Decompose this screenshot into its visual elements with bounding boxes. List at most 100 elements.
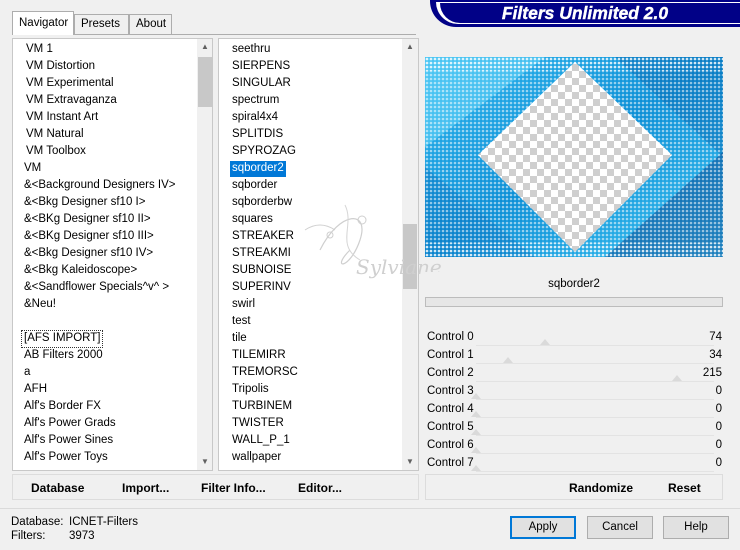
control-label: Control 4 — [427, 403, 474, 415]
category-item[interactable]: Alf's Border FX — [22, 399, 103, 415]
category-item[interactable]: VM Toolbox — [24, 144, 88, 160]
reset-button[interactable]: Reset — [668, 481, 701, 495]
filter-name-label: sqborder2 — [548, 278, 600, 290]
category-item[interactable]: VM Distortion — [24, 59, 97, 75]
filter-item[interactable]: squares — [230, 212, 275, 228]
category-item[interactable]: VM — [22, 161, 43, 177]
filter-item[interactable]: sqborder2 — [230, 161, 286, 177]
help-button[interactable]: Help — [663, 516, 729, 539]
filter-item[interactable]: test — [230, 314, 253, 330]
category-item[interactable]: Alf's Power Sines — [22, 433, 115, 449]
control-value: 215 — [702, 367, 722, 379]
category-item[interactable]: &<Bkg Kaleidoscope> — [22, 263, 139, 279]
control-slider[interactable] — [476, 381, 714, 382]
tab-presets[interactable]: Presets — [74, 14, 129, 34]
filter-item[interactable]: SUBNOISE — [230, 263, 293, 279]
filter-item[interactable]: tile — [230, 331, 249, 347]
slider-thumb[interactable] — [502, 357, 513, 363]
category-item[interactable]: [AFS IMPORT] — [20, 330, 104, 348]
filter-item[interactable]: TWISTER — [230, 416, 286, 432]
control-slider[interactable] — [476, 345, 714, 346]
filter-item[interactable]: spectrum — [230, 93, 281, 109]
control-label: Control 7 — [427, 457, 474, 469]
category-item[interactable]: AFH — [22, 382, 49, 398]
scroll-up-icon[interactable]: ▲ — [197, 39, 212, 55]
filter-item[interactable]: swirl — [230, 297, 257, 313]
tab-navigator[interactable]: Navigator — [12, 11, 74, 35]
scroll-up-icon[interactable]: ▲ — [402, 39, 418, 55]
category-list[interactable]: VM 1 VM Distortion VM Experimental VM Extra… — [12, 38, 213, 471]
category-item[interactable]: VM Instant Art — [24, 110, 100, 126]
category-scrollbar[interactable]: ▲ ▼ — [197, 39, 212, 470]
slider-thumb[interactable] — [471, 411, 481, 417]
control-value: 0 — [715, 403, 722, 415]
control-slider[interactable] — [476, 399, 714, 400]
apply-button[interactable]: Apply — [510, 516, 576, 539]
category-item[interactable]: &<Bkg Designer sf10 IV> — [22, 246, 155, 262]
category-item[interactable]: &<Bkg Designer sf10 I> — [22, 195, 147, 211]
status-filters-value: 3973 — [69, 530, 95, 542]
filter-item[interactable]: seethru — [230, 42, 272, 58]
category-item[interactable]: &Neu! — [22, 297, 58, 313]
filter-item[interactable]: sqborder — [230, 178, 279, 194]
cancel-button[interactable]: Cancel — [587, 516, 653, 539]
tab-about[interactable]: About — [129, 14, 172, 34]
category-item[interactable]: VM Experimental — [24, 76, 116, 92]
category-item[interactable]: Alf's Power Toys — [22, 450, 110, 466]
filter-item[interactable]: STREAKER — [230, 229, 296, 245]
category-item[interactable]: &<Background Designers IV> — [22, 178, 178, 194]
scroll-down-icon[interactable]: ▼ — [402, 454, 418, 470]
category-item[interactable]: &<Sandflower Specials^v^ > — [22, 280, 171, 296]
control-slider[interactable] — [476, 417, 714, 418]
control-label: Control 2 — [427, 367, 474, 379]
control-label: Control 1 — [427, 349, 474, 361]
status-filters-label: Filters: — [11, 530, 46, 542]
category-item[interactable]: AB Filters 2000 — [22, 348, 105, 364]
filter-info-button[interactable]: Filter Info... — [201, 481, 266, 495]
category-item[interactable]: a — [22, 365, 32, 381]
control-slider[interactable] — [476, 471, 714, 472]
control-value: 0 — [715, 439, 722, 451]
filter-item[interactable]: STREAKMI — [230, 246, 293, 262]
randomize-button[interactable]: Randomize — [569, 481, 633, 495]
slider-thumb[interactable] — [471, 393, 481, 399]
slider-thumb[interactable] — [471, 429, 481, 435]
control-label: Control 3 — [427, 385, 474, 397]
category-item[interactable]: VM Extravaganza — [24, 93, 119, 109]
category-item[interactable]: VM 1 — [24, 42, 55, 58]
control-slider[interactable] — [476, 453, 714, 454]
filter-item[interactable]: wallpaper — [230, 450, 283, 466]
filter-item[interactable]: SIERPENS — [230, 59, 292, 75]
preview-image — [425, 57, 723, 257]
progress-bar — [425, 297, 723, 307]
slider-thumb[interactable] — [471, 465, 481, 471]
filter-item[interactable]: SINGULAR — [230, 76, 293, 92]
category-item[interactable]: Alf's Power Grads — [22, 416, 118, 432]
slider-thumb[interactable] — [471, 447, 481, 453]
category-item[interactable]: &<BKg Designer sf10 II> — [22, 212, 153, 228]
control-slider[interactable] — [476, 435, 714, 436]
import-button[interactable]: Import... — [122, 481, 169, 495]
filter-item[interactable]: TREMORSC — [230, 365, 300, 381]
filter-item[interactable]: SPYROZAG — [230, 144, 298, 160]
database-button[interactable]: Database — [31, 481, 84, 495]
control-value: 0 — [715, 385, 722, 397]
control-label: Control 6 — [427, 439, 474, 451]
filter-item[interactable]: Tripolis — [230, 382, 271, 398]
category-item[interactable]: &<BKg Designer sf10 III> — [22, 229, 156, 245]
filter-item[interactable]: TILEMIRR — [230, 348, 288, 364]
filter-item[interactable]: spiral4x4 — [230, 110, 280, 126]
filter-item[interactable]: sqborderbw — [230, 195, 294, 211]
editor-button[interactable]: Editor... — [298, 481, 342, 495]
filter-item[interactable]: SUPERINV — [230, 280, 293, 296]
control-slider[interactable] — [476, 363, 714, 364]
category-item[interactable]: VM Natural — [24, 127, 86, 143]
scroll-down-icon[interactable]: ▼ — [197, 454, 212, 470]
scroll-thumb[interactable] — [198, 57, 212, 107]
filter-item[interactable]: TURBINEM — [230, 399, 294, 415]
header-banner: Filters Unlimited 2.0 — [430, 0, 740, 27]
slider-thumb[interactable] — [540, 339, 551, 345]
filter-item[interactable]: WALL_P_1 — [230, 433, 292, 449]
filter-item[interactable]: SPLITDIS — [230, 127, 285, 143]
control-value: 0 — [715, 457, 722, 469]
